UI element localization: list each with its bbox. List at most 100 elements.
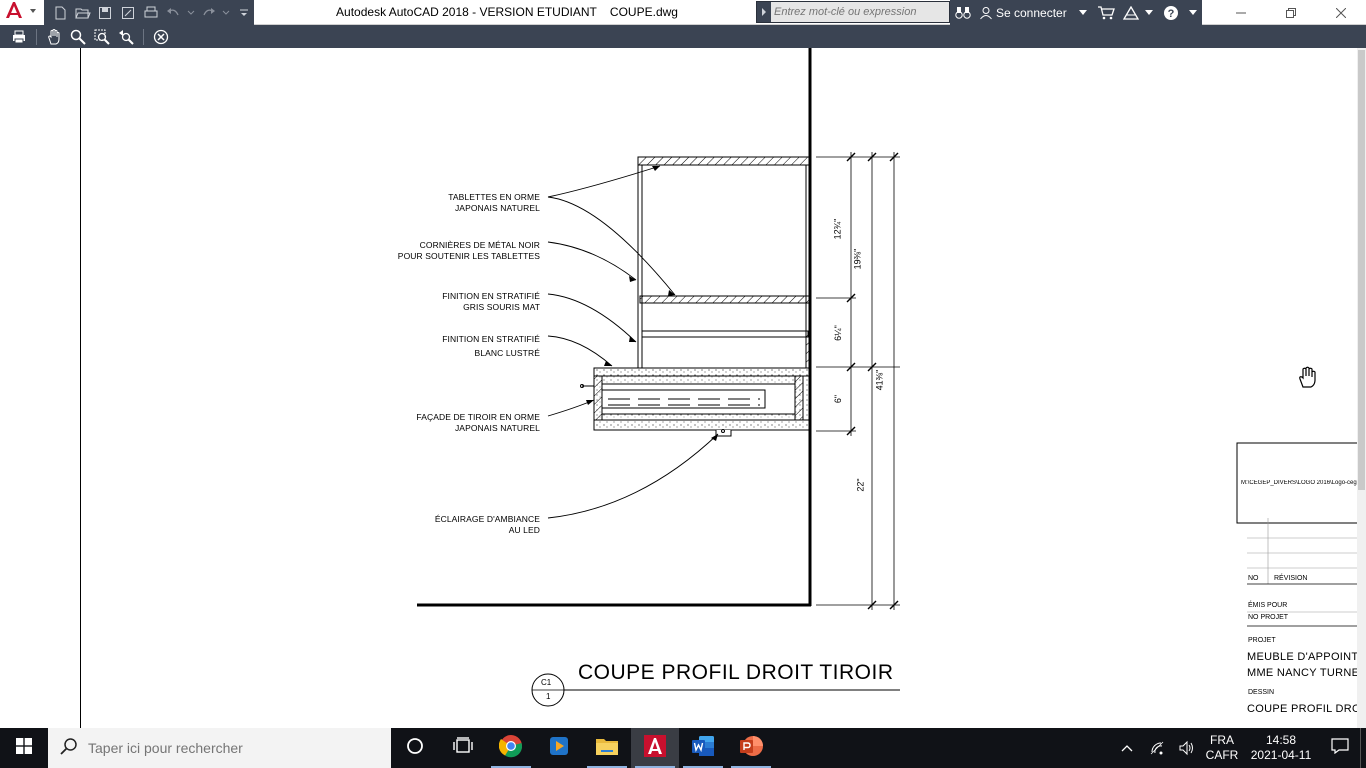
dimension-drawer: 6" (833, 394, 844, 404)
autocad-logo-icon (3, 0, 39, 26)
section-tag-number: C1 (541, 678, 552, 687)
annotation-led: ÉCLAIRAGE D'AMBIANCE AU LED (434, 514, 540, 535)
search-expand-icon[interactable] (757, 1, 771, 23)
taskbar-file-explorer[interactable] (583, 728, 631, 768)
search-box (756, 1, 950, 23)
restore-button[interactable] (1266, 0, 1316, 25)
taskbar-search-input[interactable] (88, 740, 378, 756)
dimension-cabinet-top: 6¼" (832, 325, 843, 341)
dessin-name: COUPE PROFIL DROI (1247, 703, 1365, 715)
zoom-window-icon[interactable] (91, 27, 113, 47)
save-icon[interactable] (95, 3, 115, 23)
sign-in-button[interactable]: Se connecter (996, 0, 1074, 25)
projet-name: MEUBLE D'APPOINT (1247, 651, 1359, 663)
dessin-label: DESSIN (1248, 689, 1275, 696)
word-icon (691, 734, 715, 763)
annotation-laminate-white: FINITION EN STRATIFIÉ BLANC LUSTRÉ (442, 334, 540, 358)
emis-pour-label: ÉMIS POUR (1248, 602, 1288, 609)
toolbar-separator (36, 28, 37, 45)
title-bar: Autodesk AutoCAD 2018 - VERSION ETUDIANT… (0, 0, 1366, 25)
window-controls (1216, 0, 1366, 25)
plot-icon[interactable] (141, 3, 161, 23)
help-icon[interactable]: ? (1156, 0, 1186, 25)
search-icon (60, 737, 78, 760)
section-tag-sheet: 1 (546, 692, 551, 701)
projet-label: PROJET (1248, 637, 1276, 644)
taskbar-search[interactable] (48, 728, 391, 768)
notification-icon (1331, 737, 1349, 759)
user-icon[interactable] (976, 0, 996, 25)
minimize-button[interactable] (1216, 0, 1266, 25)
help-dropdown-icon[interactable] (1186, 0, 1200, 25)
dimension-floor-clearance: 22" (855, 478, 866, 492)
taskbar-powerpoint[interactable] (727, 728, 775, 768)
navigation-toolbar (0, 25, 1366, 48)
undo-icon[interactable] (163, 3, 183, 23)
powerpoint-icon (739, 734, 763, 763)
windows-taskbar: FRA CAFR 14:58 2021-04-11 (0, 728, 1366, 768)
dimension-upper-total: 19⅜" (852, 248, 863, 270)
media-player-icon (548, 735, 570, 762)
vertical-scrollbar[interactable] (1357, 48, 1366, 728)
redo-icon[interactable] (199, 3, 219, 23)
chrome-icon (498, 734, 523, 763)
autocad-icon (643, 734, 667, 763)
quick-access-toolbar (44, 0, 254, 25)
pan-cursor-icon (1298, 366, 1318, 393)
print-icon[interactable] (8, 27, 30, 47)
annotation-drawer-front: FAÇADE DE TIROIR EN ORME JAPONAIS NATURE… (416, 412, 540, 433)
undo-dropdown-icon[interactable] (186, 3, 196, 23)
title-block-logo-path: M:\CEGEP_DIVERS\LOGO 2016\Logo-cege (1241, 480, 1361, 486)
cortana-icon (406, 737, 424, 760)
autodesk-a360-icon[interactable] (1120, 0, 1142, 25)
search-input[interactable] (771, 2, 949, 22)
window-title: Autodesk AutoCAD 2018 - VERSION ETUDIANT… (336, 5, 678, 19)
zoom-realtime-icon[interactable] (67, 27, 89, 47)
cart-icon[interactable] (1092, 0, 1120, 25)
folder-icon (595, 736, 619, 761)
windows-logo-icon (16, 737, 32, 759)
taskbar-autocad[interactable] (631, 728, 679, 768)
show-hidden-icons[interactable] (1112, 728, 1142, 768)
zoom-previous-icon[interactable] (115, 27, 137, 47)
projet-client: MME NANCY TURNER (1247, 667, 1366, 679)
cortana-button[interactable] (391, 728, 439, 768)
redo-dropdown-icon[interactable] (222, 3, 232, 23)
no-projet-label: NO PROJET (1248, 614, 1289, 621)
system-tray: FRA CAFR 14:58 2021-04-11 (1112, 728, 1366, 768)
annotation-laminate-grey: FINITION EN STRATIFIÉ GRIS SOURIS MAT (442, 291, 540, 312)
save-as-icon[interactable] (118, 3, 138, 23)
drawing-canvas[interactable]: TABLETTES EN ORME JAPONAIS NATUREL CORNI… (0, 48, 1366, 728)
input-language-indicator[interactable]: FRA CAFR (1202, 733, 1242, 763)
infocenter-toolbar: Se connecter ? (950, 0, 1202, 25)
pan-icon[interactable] (43, 27, 65, 47)
action-center-button[interactable] (1320, 728, 1360, 768)
start-button[interactable] (0, 728, 48, 768)
show-desktop-button[interactable] (1360, 728, 1366, 768)
revision-no-label: NO (1248, 575, 1259, 582)
scrollbar-thumb[interactable] (1358, 50, 1365, 490)
taskbar-word[interactable] (679, 728, 727, 768)
task-view-button[interactable] (439, 728, 487, 768)
clock[interactable]: 14:58 2021-04-11 (1242, 733, 1320, 763)
revision-label: RÉVISION (1274, 575, 1308, 582)
annotation-angles: CORNIÈRES DE MÉTAL NOIR POUR SOUTENIR LE… (397, 240, 540, 261)
open-file-icon[interactable] (73, 3, 93, 23)
application-menu-button[interactable] (0, 0, 44, 25)
taskbar-chrome[interactable] (487, 728, 535, 768)
svg-text:?: ? (1168, 8, 1175, 20)
volume-icon[interactable] (1172, 728, 1202, 768)
taskbar-media-player[interactable] (535, 728, 583, 768)
network-icon[interactable] (1142, 728, 1172, 768)
close-window-button[interactable] (1316, 0, 1366, 25)
a360-dropdown-icon[interactable] (1142, 0, 1156, 25)
dimension-overall: 41⅜" (874, 369, 885, 391)
search-binoculars-icon[interactable] (950, 0, 976, 25)
toolbar-separator (143, 28, 144, 45)
customize-qat-icon[interactable] (234, 3, 254, 23)
sign-in-dropdown-icon[interactable] (1074, 0, 1092, 25)
close-preview-icon[interactable] (150, 27, 172, 47)
section-drawing (80, 48, 1366, 728)
annotation-shelves: TABLETTES EN ORME JAPONAIS NATUREL (448, 192, 540, 213)
new-file-icon[interactable] (50, 3, 70, 23)
